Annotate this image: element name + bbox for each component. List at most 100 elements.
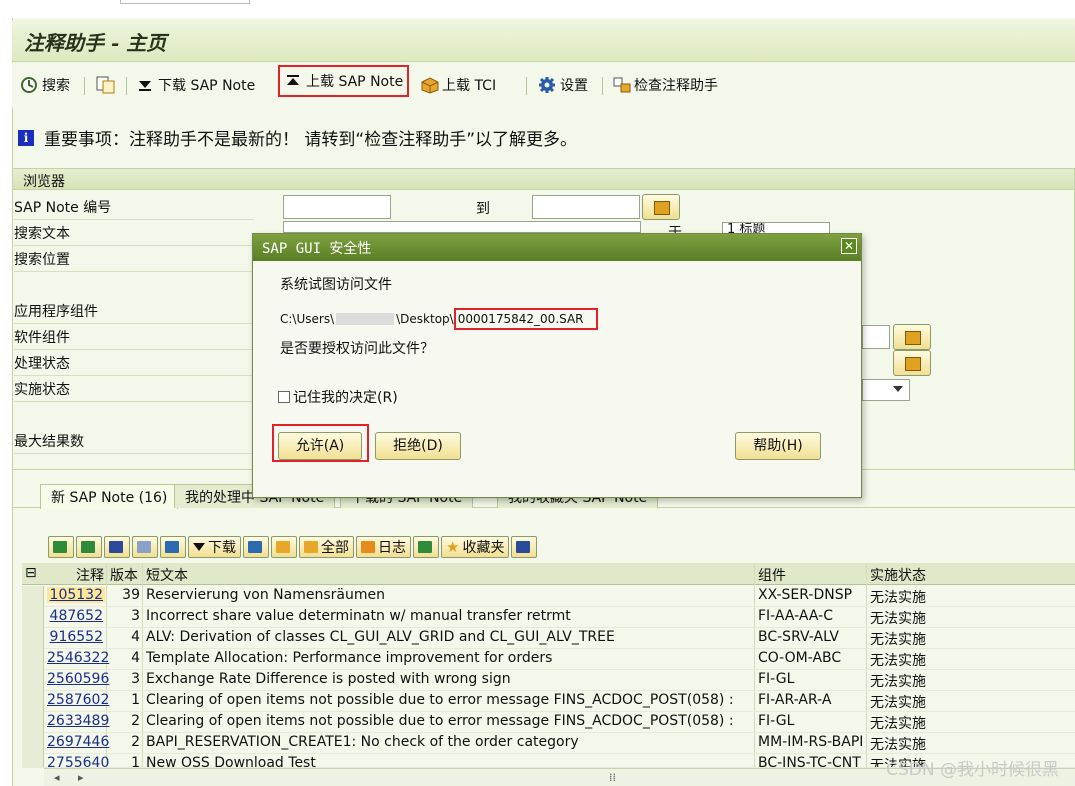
table-row[interactable]: 105132 39 Reservierung von Namensräumen … xyxy=(22,586,1075,607)
sort-ascending-button[interactable] xyxy=(48,536,74,558)
row-selector[interactable] xyxy=(22,670,44,691)
note-link[interactable]: 2755640 xyxy=(47,755,109,767)
table-row[interactable]: 916552 4 ALV: Derivation of classes CL_G… xyxy=(22,628,1075,649)
help-button[interactable] xyxy=(511,536,538,558)
note-link[interactable]: 105132 xyxy=(47,587,105,603)
proc-status-multi-button[interactable] xyxy=(893,350,931,376)
table-row[interactable]: 2546322 4 Template Allocation: Performan… xyxy=(22,649,1075,670)
col-component[interactable]: 组件 xyxy=(758,565,786,585)
note-link[interactable]: 2633489 xyxy=(47,713,109,729)
security-dialog: SAP GUI 安全性 ✕ 系统试图访问文件 C:\Users\ \Deskto… xyxy=(252,233,862,498)
col-short-text[interactable]: 短文本 xyxy=(146,565,188,585)
short-text-cell: Incorrect share value determinatn w/ man… xyxy=(146,608,571,624)
version-cell: 39 xyxy=(122,587,140,603)
favorites-menu-button[interactable]: ★ 收藏夹 xyxy=(441,536,510,558)
tab-new-notes[interactable]: 新 SAP Note (16) xyxy=(40,484,179,509)
col-version[interactable]: 版本 xyxy=(110,565,138,585)
copy-button[interactable] xyxy=(96,71,115,99)
short-text-cell: New OSS Download Test xyxy=(146,755,316,768)
dialog-title: SAP GUI 安全性 xyxy=(253,234,861,261)
find-button[interactable] xyxy=(104,536,130,558)
multiple-selection-button[interactable] xyxy=(642,194,680,220)
download-menu-button[interactable]: 下载 xyxy=(188,536,241,558)
row-selector[interactable] xyxy=(22,712,44,733)
checkbox-box[interactable] xyxy=(278,391,290,403)
scroll-grip-icon[interactable]: ⁞⁞ xyxy=(609,771,616,784)
sw-component-input[interactable] xyxy=(862,325,890,349)
row-selector[interactable] xyxy=(22,628,44,649)
alv-all-label: 全部 xyxy=(321,540,349,556)
alv-favorites-label: 收藏夹 xyxy=(462,540,505,556)
deny-button[interactable]: 拒绝(D) xyxy=(375,432,461,460)
component-cell: FI-GL xyxy=(758,671,795,687)
sw-component-multi-button[interactable] xyxy=(893,324,931,350)
status-cell: 无法实施 xyxy=(870,611,926,627)
filter-button[interactable] xyxy=(160,536,186,558)
upload-tci-button[interactable]: 上载 TCI xyxy=(420,71,496,99)
version-cell: 1 xyxy=(131,692,140,708)
notice-text: 重要事项：注释助手不是最新的！ 请转到“检查注释助手”以了解更多。 xyxy=(44,130,578,150)
download-note-button[interactable]: 下载 SAP Note xyxy=(136,71,255,99)
search-location-label: 搜索位置 xyxy=(14,249,254,272)
allow-button[interactable]: 允许(A) xyxy=(278,432,362,460)
scroll-left-icon[interactable]: ◂ xyxy=(54,771,60,784)
row-selector[interactable] xyxy=(22,691,44,712)
row-selector[interactable] xyxy=(22,649,44,670)
note-link[interactable]: 2697446 xyxy=(47,734,109,750)
note-link[interactable]: 2587602 xyxy=(47,692,109,708)
search-button[interactable]: 搜索 xyxy=(20,71,70,99)
refresh-icon xyxy=(248,541,262,553)
select-all-icon xyxy=(304,541,318,553)
table-row[interactable]: 2560596 3 Exchange Rate Difference is po… xyxy=(22,670,1075,691)
table-row[interactable]: 2633489 2 Clearing of open items not pos… xyxy=(22,712,1075,733)
upload-note-button[interactable]: 上载 SAP Note xyxy=(278,65,410,97)
to-label: 到 xyxy=(476,201,490,217)
table-row[interactable]: 487652 3 Incorrect share value determina… xyxy=(22,607,1075,628)
table-row[interactable]: 2587602 1 Clearing of open items not pos… xyxy=(22,691,1075,712)
version-cell: 4 xyxy=(131,629,140,645)
select-all-button[interactable]: 全部 xyxy=(299,536,354,558)
refresh-button[interactable] xyxy=(243,536,269,558)
chevron-down-icon xyxy=(893,386,903,392)
scroll-right-icon[interactable]: ▸ xyxy=(78,771,84,784)
remember-decision-checkbox[interactable]: 记住我的决定(R) xyxy=(278,387,398,407)
version-cell: 2 xyxy=(131,734,140,750)
impl-status-select[interactable] xyxy=(862,379,910,401)
package-icon xyxy=(420,76,439,94)
layout-icon[interactable]: ⊟ xyxy=(25,565,37,581)
proc-status-label: 处理状态 xyxy=(14,353,254,376)
note-link[interactable]: 2546322 xyxy=(47,650,109,666)
settings-button[interactable]: 设置 xyxy=(538,71,588,99)
file-path: C:\Users\ \Desktop\ 0000175842_00.SAR xyxy=(280,308,598,330)
row-selector[interactable] xyxy=(22,733,44,754)
component-cell: BC-INS-TC-CNT xyxy=(758,755,861,768)
component-cell: CO-OM-ABC xyxy=(758,650,842,666)
col-note[interactable]: 注释 xyxy=(76,565,104,585)
note-number-to-input[interactable] xyxy=(532,195,640,219)
file-name: 0000175842_00.SAR xyxy=(453,308,598,330)
row-selector[interactable] xyxy=(22,586,44,607)
help-button[interactable]: 帮助(H) xyxy=(735,432,821,460)
status-button[interactable] xyxy=(413,536,439,558)
check-assistant-button[interactable]: 检查注释助手 xyxy=(612,71,718,99)
find-next-button[interactable] xyxy=(132,536,158,558)
log-button[interactable]: 日志 xyxy=(356,536,411,558)
note-link[interactable]: 2560596 xyxy=(47,671,109,687)
col-impl-status[interactable]: 实施状态 xyxy=(870,565,926,585)
toolbar-divider xyxy=(602,77,603,95)
assign-button[interactable] xyxy=(271,536,297,558)
close-icon[interactable]: ✕ xyxy=(841,238,857,254)
search-text-input[interactable] xyxy=(283,221,641,233)
note-link[interactable]: 487652 xyxy=(47,608,105,624)
note-link[interactable]: 916552 xyxy=(47,629,105,645)
sort-descending-button[interactable] xyxy=(76,536,102,558)
impl-status-label: 实施状态 xyxy=(14,379,254,402)
dialog-message: 系统试图访问文件 xyxy=(280,277,392,293)
table-row[interactable]: 2697446 2 BAPI_RESERVATION_CREATE1: No c… xyxy=(22,733,1075,754)
note-number-from-input[interactable] xyxy=(283,195,391,219)
star-icon: ★ xyxy=(446,538,460,556)
search-icon xyxy=(20,76,38,94)
row-selector[interactable] xyxy=(22,754,44,767)
download-icon xyxy=(136,76,154,94)
row-selector[interactable] xyxy=(22,607,44,628)
